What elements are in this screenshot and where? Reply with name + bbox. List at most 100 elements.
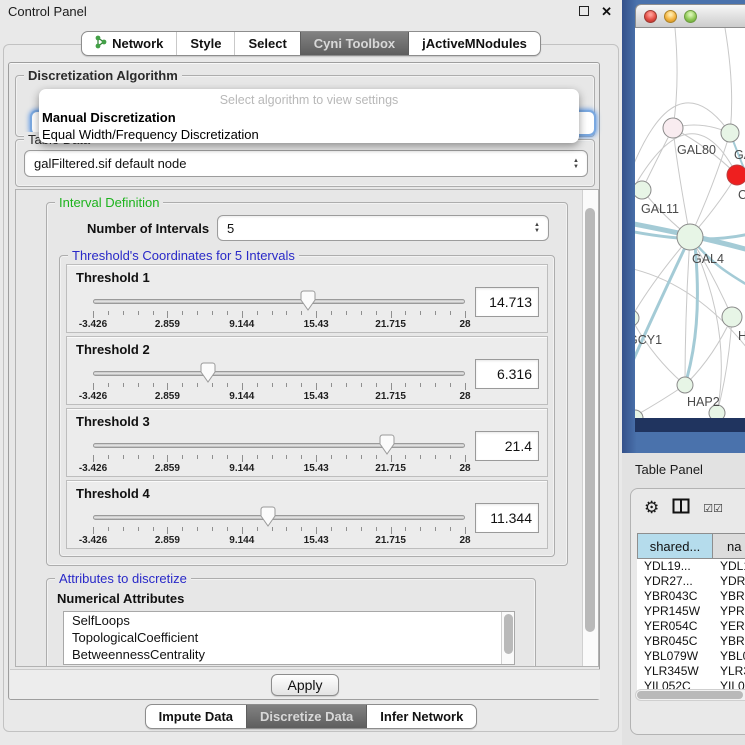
tick-mark xyxy=(391,455,392,462)
numerical-attributes-list[interactable]: SelfLoopsTopologicalCoefficientBetweenne… xyxy=(63,611,515,665)
tick-mark xyxy=(435,527,436,531)
threshold-label: Threshold 2 xyxy=(76,342,150,357)
table-row[interactable]: YDR27...YDR2 xyxy=(637,574,745,589)
list-item-topologicalcoefficient[interactable]: TopologicalCoefficient xyxy=(64,629,514,646)
thresholds-section: Threshold's Coordinates for 5 Intervals … xyxy=(59,255,555,557)
tick-label: 15.43 xyxy=(304,535,329,546)
tick-mark xyxy=(138,455,139,459)
list-item-selfloops[interactable]: SelfLoops xyxy=(64,612,514,629)
slider-thumb[interactable] xyxy=(260,506,276,527)
tick-mark xyxy=(465,455,466,462)
slider-track[interactable] xyxy=(93,371,465,376)
tick-mark xyxy=(435,383,436,387)
network-node-GA[interactable] xyxy=(721,124,739,142)
top-tab-bar: Network Style SelectCyni ToolboxjActiveMNo… xyxy=(0,31,622,56)
threshold-slider-3[interactable]: -3.4262.8599.14415.4321.71528 xyxy=(93,439,465,475)
tab-style[interactable]: Style xyxy=(176,32,234,55)
table-row[interactable]: YPR145WYPR1 xyxy=(637,604,745,619)
algorithm-placeholder: Select algorithm to view settings xyxy=(39,91,579,109)
table-row[interactable]: YBL079WYBL0 xyxy=(637,649,745,664)
slider-thumb[interactable] xyxy=(200,362,216,383)
tick-mark xyxy=(331,311,332,315)
network-graph[interactable]: GAL80GACGAL11GAL4GCY1HHAP2 xyxy=(635,28,745,418)
close-icon[interactable]: ✕ xyxy=(601,5,612,18)
tab-jactivemnodules[interactable]: jActiveMNodules xyxy=(408,32,540,55)
cell-name: YPR1 xyxy=(713,604,745,619)
tab-cyni-toolbox[interactable]: Cyni Toolbox xyxy=(300,32,408,55)
slider-ticks xyxy=(93,453,465,462)
slider-track[interactable] xyxy=(93,515,465,520)
split-columns-icon[interactable] xyxy=(672,498,690,519)
interval-definition-section: Interval Definition Number of Intervals … xyxy=(46,202,568,566)
network-node-GAL4[interactable] xyxy=(677,224,703,250)
tick-mark xyxy=(286,455,287,459)
table-row[interactable]: YLR345WYLR3 xyxy=(637,664,745,679)
tab-network[interactable]: Network xyxy=(82,32,176,55)
close-window-icon[interactable] xyxy=(644,10,657,23)
table-row[interactable]: YBR045CYBR0 xyxy=(637,634,745,649)
network-node-GCY1[interactable] xyxy=(635,310,639,326)
threshold-slider-1[interactable]: -3.4262.8599.14415.4321.71528 xyxy=(93,295,465,331)
spinner-arrows-icon: ▲▼ xyxy=(573,151,579,176)
slider-track[interactable] xyxy=(93,299,465,304)
table-row[interactable]: YBR043CYBR0 xyxy=(637,589,745,604)
network-node-H[interactable] xyxy=(722,307,742,327)
cell-name: YLR3 xyxy=(713,664,745,679)
network-node-red[interactable] xyxy=(727,165,745,185)
tick-mark xyxy=(420,527,421,531)
threshold-value-field[interactable]: 11.344 xyxy=(475,503,539,533)
bottom-tab-infer-network[interactable]: Infer Network xyxy=(366,705,476,728)
tick-label: 9.144 xyxy=(229,463,254,474)
slider-thumb[interactable] xyxy=(300,290,316,311)
tick-mark xyxy=(420,455,421,459)
table-data-combobox[interactable]: galFiltered.sif default node ▲▼ xyxy=(24,150,588,177)
slider-tick-labels: -3.4262.8599.14415.4321.71528 xyxy=(93,535,465,547)
cell-name: YDR2 xyxy=(713,574,745,589)
network-node-GAL11[interactable] xyxy=(635,181,651,199)
apply-button[interactable]: Apply xyxy=(271,674,338,696)
threshold-slider-4[interactable]: -3.4262.8599.14415.4321.71528 xyxy=(93,511,465,547)
threshold-label: Threshold 3 xyxy=(76,414,150,429)
attributes-scrollbar[interactable] xyxy=(501,612,514,664)
algorithm-option-equal-width-frequency-discretization[interactable]: Equal Width/Frequency Discretization xyxy=(39,126,579,143)
slider-track[interactable] xyxy=(93,443,465,448)
table-row[interactable]: YDL19...YDL1 xyxy=(637,559,745,574)
minimize-window-icon[interactable] xyxy=(664,10,677,23)
bottom-tab-impute-data[interactable]: Impute Data xyxy=(146,705,246,728)
list-item-betweennesscentrality[interactable]: BetweennessCentrality xyxy=(64,646,514,663)
network-node-HAP2[interactable] xyxy=(677,377,693,393)
cell-shared-name: YPR145W xyxy=(637,604,713,619)
threshold-value-field[interactable]: 6.316 xyxy=(475,359,539,389)
select-columns-icon[interactable]: ☑☑ xyxy=(703,502,723,515)
tick-mark xyxy=(272,311,273,315)
tick-label: 9.144 xyxy=(229,391,254,402)
column-header-shared-name[interactable]: shared... xyxy=(637,534,713,558)
threshold-value-field[interactable]: 21.4 xyxy=(475,431,539,461)
zoom-window-icon[interactable] xyxy=(684,10,697,23)
number-of-intervals-combobox[interactable]: 5 ▲▼ xyxy=(217,215,549,241)
tick-mark xyxy=(301,527,302,531)
slider-thumb[interactable] xyxy=(379,434,395,455)
settings-scrollbar[interactable] xyxy=(582,190,598,666)
table-horizontal-scrollbar[interactable] xyxy=(635,689,745,701)
network-canvas[interactable]: GAL80GACGAL11GAL4GCY1HHAP2 xyxy=(635,28,745,418)
tick-mark xyxy=(167,383,168,390)
tick-mark xyxy=(376,455,377,459)
float-window-icon[interactable] xyxy=(579,6,589,16)
table-row[interactable]: YER054CYER0 xyxy=(637,619,745,634)
network-node-GAL80[interactable] xyxy=(663,118,683,138)
cell-name: YBR0 xyxy=(713,589,745,604)
number-of-intervals-label: Number of Intervals xyxy=(87,221,209,236)
network-window-titlebar[interactable] xyxy=(635,4,745,28)
tick-label: 9.144 xyxy=(229,535,254,546)
gear-icon[interactable]: ⚙ xyxy=(644,498,659,518)
network-node-n10[interactable] xyxy=(635,410,643,418)
threshold-value-field[interactable]: 14.713 xyxy=(475,287,539,317)
tab-select[interactable]: Select xyxy=(234,32,299,55)
bottom-tab-discretize-data[interactable]: Discretize Data xyxy=(246,705,366,728)
tab-label: Style xyxy=(190,36,221,51)
algorithm-option-manual-discretization[interactable]: Manual Discretization xyxy=(39,109,579,126)
tick-mark xyxy=(93,311,94,318)
column-header-name[interactable]: na xyxy=(713,534,745,558)
threshold-slider-2[interactable]: -3.4262.8599.14415.4321.71528 xyxy=(93,367,465,403)
